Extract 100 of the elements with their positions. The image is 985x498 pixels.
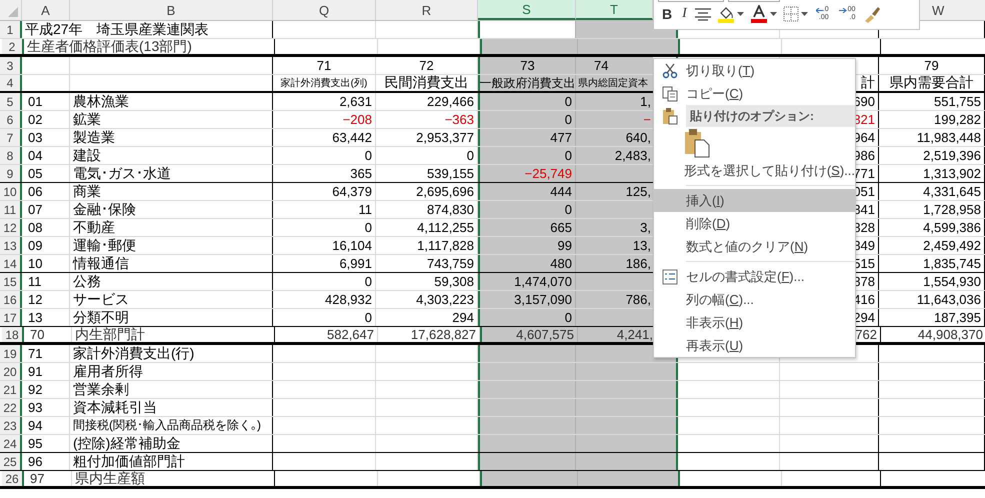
table-cell: 94 — [28, 418, 42, 433]
table-cell: 雇用者所得 — [73, 363, 143, 380]
row-header[interactable]: 2 — [2, 39, 24, 54]
arrow-icon — [816, 8, 823, 12]
menu-item[interactable]: 列の幅(C)... — [654, 288, 855, 311]
table-cell: 0 — [478, 93, 576, 110]
table-cell: 444 — [478, 183, 576, 200]
table-cell: 03 — [28, 130, 42, 145]
row-header[interactable]: 4 — [0, 75, 22, 91]
table-cell: 1,835,745 — [923, 256, 981, 271]
table-cell: 0 — [364, 220, 372, 235]
row-header[interactable]: 24 — [0, 435, 22, 452]
row-header[interactable]: 11 — [0, 201, 22, 218]
font-color-icon[interactable] — [750, 5, 768, 23]
row-header[interactable]: 8 — [0, 147, 22, 164]
menu-item[interactable]: コピー(C) — [654, 82, 855, 105]
format-cells-icon — [662, 268, 678, 284]
table-cell: 11 — [358, 202, 372, 217]
table-cell: 建設 — [73, 147, 101, 164]
paste-button[interactable] — [684, 128, 710, 158]
row-header[interactable]: 19 — [0, 345, 22, 362]
table-cell: 4,599,386 — [923, 220, 981, 235]
menu-item[interactable]: 切り取り(T) — [654, 59, 855, 82]
table-cell: 0 — [478, 111, 576, 128]
row-header[interactable]: 1 — [0, 21, 22, 38]
menu-item[interactable]: 形式を選択して貼り付け(S)... — [654, 159, 855, 182]
table-cell: 762 — [855, 327, 877, 342]
menu-item[interactable]: 数式と値のクリア(N) — [654, 235, 855, 258]
table-cell: 県内生産額 — [75, 471, 145, 486]
table-cell: 97 — [30, 471, 44, 486]
table-cell: 16,104 — [332, 238, 372, 253]
menu-item[interactable]: セルの書式設定(F)... — [654, 265, 855, 288]
column-header[interactable]: A — [22, 0, 70, 20]
table-cell: 家計外消費支出(行) — [73, 345, 194, 362]
table-cell: 一般政府消費支出 — [478, 75, 576, 91]
row-header[interactable]: 12 — [0, 219, 22, 236]
caret-icon[interactable] — [800, 12, 808, 16]
table-cell: 13 — [28, 310, 42, 325]
row-header[interactable]: 7 — [0, 129, 22, 146]
scissors-icon — [662, 62, 678, 78]
row-header[interactable]: 16 — [0, 291, 22, 308]
table-cell: 99 — [478, 237, 576, 254]
row-header[interactable]: 13 — [0, 237, 22, 254]
column-header[interactable]: B — [70, 0, 273, 20]
row-header[interactable]: 3 — [0, 57, 22, 74]
table-cell: 11,983,448 — [916, 130, 981, 145]
table-cell: 539,155 — [427, 166, 474, 181]
paintbrush-icon[interactable] — [863, 5, 882, 23]
row-header[interactable]: 14 — [0, 255, 22, 272]
table-cell: 199,282 — [934, 112, 981, 127]
table-cell: 477 — [478, 129, 576, 146]
table-cell: 95 — [28, 436, 42, 451]
table-cell: 11,643,036 — [916, 292, 981, 307]
caret-icon[interactable] — [736, 12, 744, 16]
bold-button[interactable]: B — [660, 6, 674, 22]
row-header[interactable]: 25 — [0, 453, 22, 470]
row-header[interactable]: 10 — [0, 183, 22, 200]
row-header[interactable]: 5 — [0, 93, 22, 110]
row-header[interactable]: 20 — [0, 363, 22, 380]
row-header[interactable]: 15 — [0, 273, 22, 290]
table-cell: 96 — [28, 454, 42, 469]
table-cell: 02 — [28, 112, 42, 127]
row-header[interactable]: 17 — [0, 309, 22, 326]
table-cell: 4,303,223 — [416, 292, 474, 307]
sheet-title: 平成27年 埼玉県産業連関表 — [25, 21, 209, 38]
table-cell: 05 — [28, 166, 42, 181]
table-cell: 1,728,958 — [923, 202, 981, 217]
table-cell: 07 — [28, 202, 42, 217]
row-header[interactable]: 22 — [0, 399, 22, 416]
fill-color-icon[interactable] — [716, 5, 735, 23]
table-cell: 県内需要合計 — [890, 75, 974, 91]
menu-item[interactable]: 挿入(I) — [654, 189, 855, 212]
column-header[interactable]: S — [478, 0, 576, 20]
table-cell: 粗付加価値部門計 — [73, 453, 185, 470]
table-cell-text: 家計外消費支出(列) — [280, 76, 368, 90]
column-header[interactable]: W — [920, 0, 985, 20]
row-header[interactable]: 21 — [0, 381, 22, 398]
borders-icon[interactable] — [782, 6, 799, 22]
table-cell: 内生部門計 — [75, 327, 145, 342]
table-cell: 125, — [576, 183, 653, 200]
table-cell: 金融･保険 — [73, 201, 136, 218]
menu-item[interactable]: 再表示(U) — [654, 334, 855, 357]
italic-button[interactable]: I — [680, 6, 689, 22]
table-cell: 1, — [576, 93, 653, 110]
row-header[interactable]: 6 — [0, 111, 22, 128]
row-header[interactable]: 18 — [2, 327, 24, 342]
triangle-icon — [8, 7, 18, 17]
column-header[interactable]: T — [576, 0, 653, 20]
row-header[interactable]: 26 — [2, 471, 24, 486]
row-header[interactable]: 23 — [0, 417, 22, 434]
table-cell: 551,755 — [934, 94, 981, 109]
menu-item[interactable]: 非表示(H) — [654, 311, 855, 334]
table-cell: 2,459,492 — [923, 238, 981, 253]
align-center-icon[interactable] — [694, 8, 711, 20]
caret-icon[interactable] — [770, 12, 777, 16]
table-cell: 4,241, — [578, 327, 655, 342]
column-header[interactable]: Q — [273, 0, 376, 20]
menu-item[interactable]: 削除(D) — [654, 212, 855, 235]
row-header[interactable]: 9 — [0, 165, 22, 182]
table-cell: 資本減耗引当 — [73, 399, 157, 416]
